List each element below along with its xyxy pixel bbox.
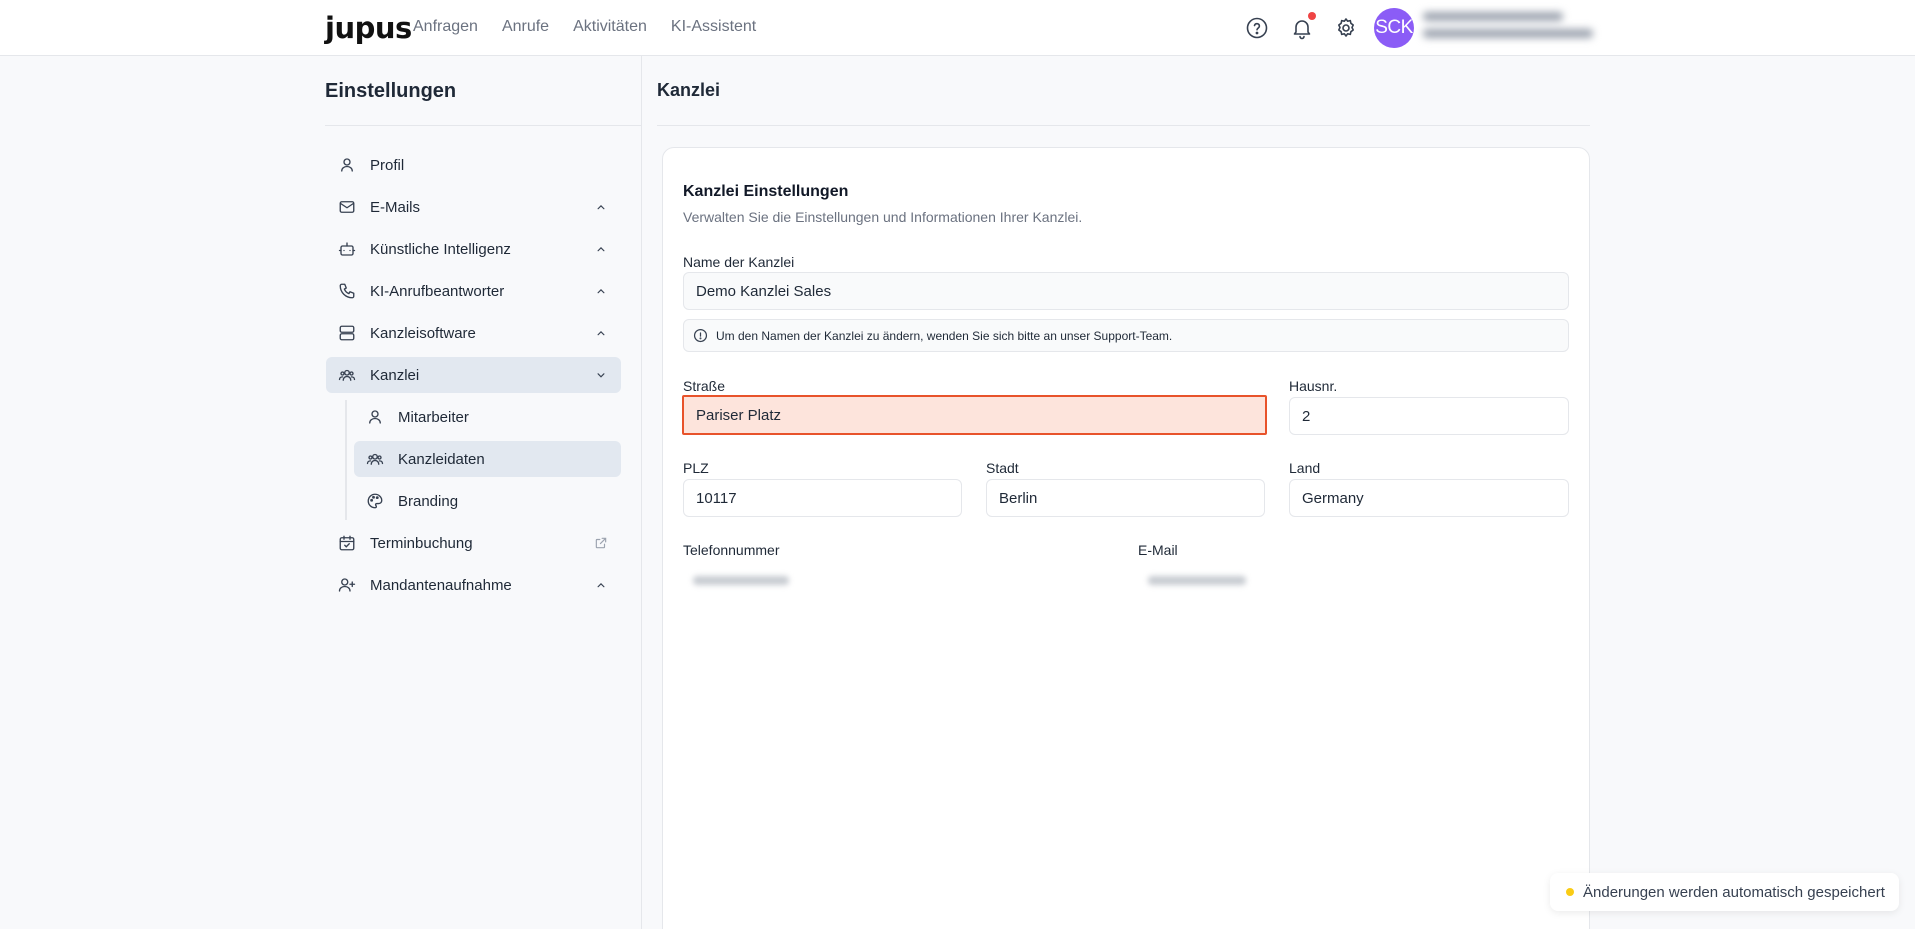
kanzlei-name-value: Demo Kanzlei Sales: [696, 282, 832, 300]
notification-dot: [1308, 12, 1316, 20]
palette-icon: [366, 492, 384, 510]
phone-icon: [338, 282, 356, 300]
user-info-blurred[interactable]: [1423, 12, 1597, 46]
gear-icon[interactable]: [1334, 16, 1358, 40]
nav-anfragen[interactable]: Anfragen: [413, 18, 478, 36]
avatar[interactable]: SCK: [1374, 8, 1414, 48]
help-icon[interactable]: [1245, 16, 1269, 40]
bot-icon: [338, 240, 356, 258]
sidebar-item-label: Künstliche Intelligenz: [370, 240, 511, 258]
nav-aktivitaeten[interactable]: Aktivitäten: [573, 18, 647, 36]
sidebar-item-profil[interactable]: Profil: [326, 147, 621, 183]
card-description: Verwalten Sie die Einstellungen und Info…: [683, 209, 1083, 225]
team-icon: [338, 366, 356, 384]
divider: [657, 125, 1590, 126]
info-notice: Um den Namen der Kanzlei zu ändern, wend…: [683, 319, 1569, 352]
kanzlei-name-field[interactable]: Demo Kanzlei Sales: [683, 272, 1569, 310]
sidebar-item-mandantenaufnahme[interactable]: Mandantenaufnahme: [326, 567, 621, 603]
submenu-guide-line: [345, 400, 347, 520]
sidebar-item-emails[interactable]: E-Mails: [326, 189, 621, 225]
sidebar-subitem-label: Branding: [398, 492, 459, 510]
sidebar-item-label: KI-Anrufbeantworter: [370, 282, 505, 300]
zip-value: 10117: [696, 489, 737, 507]
settings-card: [662, 147, 1590, 929]
toast-text: Änderungen werden automatisch gespeicher…: [1583, 883, 1885, 901]
external-link-icon[interactable]: [594, 536, 608, 550]
country-label: Land: [1289, 460, 1321, 476]
sidebar-item-label: Mandantenaufnahme: [370, 576, 512, 594]
email-input-blurred[interactable]: [1138, 561, 1569, 599]
autosave-toast: Änderungen werden automatisch gespeicher…: [1550, 873, 1899, 911]
user-icon: [366, 408, 384, 426]
user-icon: [338, 156, 356, 174]
street-input[interactable]: Pariser Platz: [682, 395, 1267, 435]
chevron-up-icon[interactable]: [594, 200, 608, 214]
sidebar-item-label: Kanzlei: [370, 366, 420, 384]
sidebar-item-label: E-Mails: [370, 198, 421, 216]
status-dot: [1566, 888, 1574, 896]
card-title: Kanzlei Einstellungen: [683, 183, 849, 200]
team-icon: [366, 450, 384, 468]
street-label: Straße: [683, 378, 726, 394]
chevron-up-icon[interactable]: [594, 326, 608, 340]
sidebar-subitem-label: Mitarbeiter: [398, 408, 469, 426]
chevron-down-icon[interactable]: [594, 368, 608, 382]
sidebar-item-terminbuchung[interactable]: Terminbuchung: [326, 525, 621, 561]
calendar-icon: [338, 534, 356, 552]
country-value: Germany: [1302, 489, 1364, 507]
sidebar-item-ki[interactable]: Künstliche Intelligenz: [326, 231, 621, 267]
house-number-input[interactable]: 2: [1289, 397, 1569, 435]
email-label: E-Mail: [1138, 542, 1178, 558]
sidebar-item-ki-anrufbeantworter[interactable]: KI-Anrufbeantworter: [326, 273, 621, 309]
sidebar-subitem-label: Kanzleidaten: [398, 450, 485, 468]
sidebar-subitem-kanzleidaten[interactable]: Kanzleidaten: [354, 441, 621, 477]
main-nav: Anfragen Anrufe Aktivitäten KI-Assistent: [413, 18, 756, 36]
column-divider: [641, 56, 642, 929]
server-icon: [338, 324, 356, 342]
name-label: Name der Kanzlei: [683, 254, 795, 270]
sidebar-item-kanzleisoftware[interactable]: Kanzleisoftware: [326, 315, 621, 351]
sidebar-subitem-mitarbeiter[interactable]: Mitarbeiter: [354, 399, 621, 435]
chevron-up-icon[interactable]: [594, 284, 608, 298]
city-value: Berlin: [999, 489, 1038, 507]
divider: [325, 125, 641, 126]
jupus-logo[interactable]: jupus: [325, 11, 412, 45]
sidebar-item-label: Profil: [370, 156, 405, 174]
sidebar-item-kanzlei[interactable]: Kanzlei: [326, 357, 621, 393]
phone-input-blurred[interactable]: [683, 561, 1115, 599]
nav-ki-assistent[interactable]: KI-Assistent: [671, 18, 756, 36]
sidebar-item-label: Kanzleisoftware: [370, 324, 476, 342]
settings-title: Einstellungen: [325, 80, 457, 102]
chevron-up-icon[interactable]: [594, 242, 608, 256]
sidebar-item-label: Terminbuchung: [370, 534, 473, 552]
city-input[interactable]: Berlin: [986, 479, 1265, 517]
house-number-value: 2: [1302, 407, 1311, 425]
zip-input[interactable]: 10117: [683, 479, 962, 517]
info-icon: [693, 328, 708, 343]
nav-anrufe[interactable]: Anrufe: [502, 18, 549, 36]
street-value: Pariser Platz: [696, 406, 782, 424]
top-bar: jupus Anfragen Anrufe Aktivitäten KI-Ass…: [0, 0, 1915, 56]
country-input[interactable]: Germany: [1289, 479, 1569, 517]
mail-icon: [338, 198, 356, 216]
house-number-label: Hausnr.: [1289, 378, 1338, 394]
page-title: Kanzlei: [657, 80, 721, 100]
info-text: Um den Namen der Kanzlei zu ändern, wend…: [716, 328, 1173, 343]
user-plus-icon: [338, 576, 356, 594]
city-label: Stadt: [986, 460, 1019, 476]
sidebar-subitem-branding[interactable]: Branding: [354, 483, 621, 519]
zip-label: PLZ: [683, 460, 709, 476]
chevron-up-icon[interactable]: [594, 578, 608, 592]
phone-label: Telefonnummer: [683, 542, 780, 558]
